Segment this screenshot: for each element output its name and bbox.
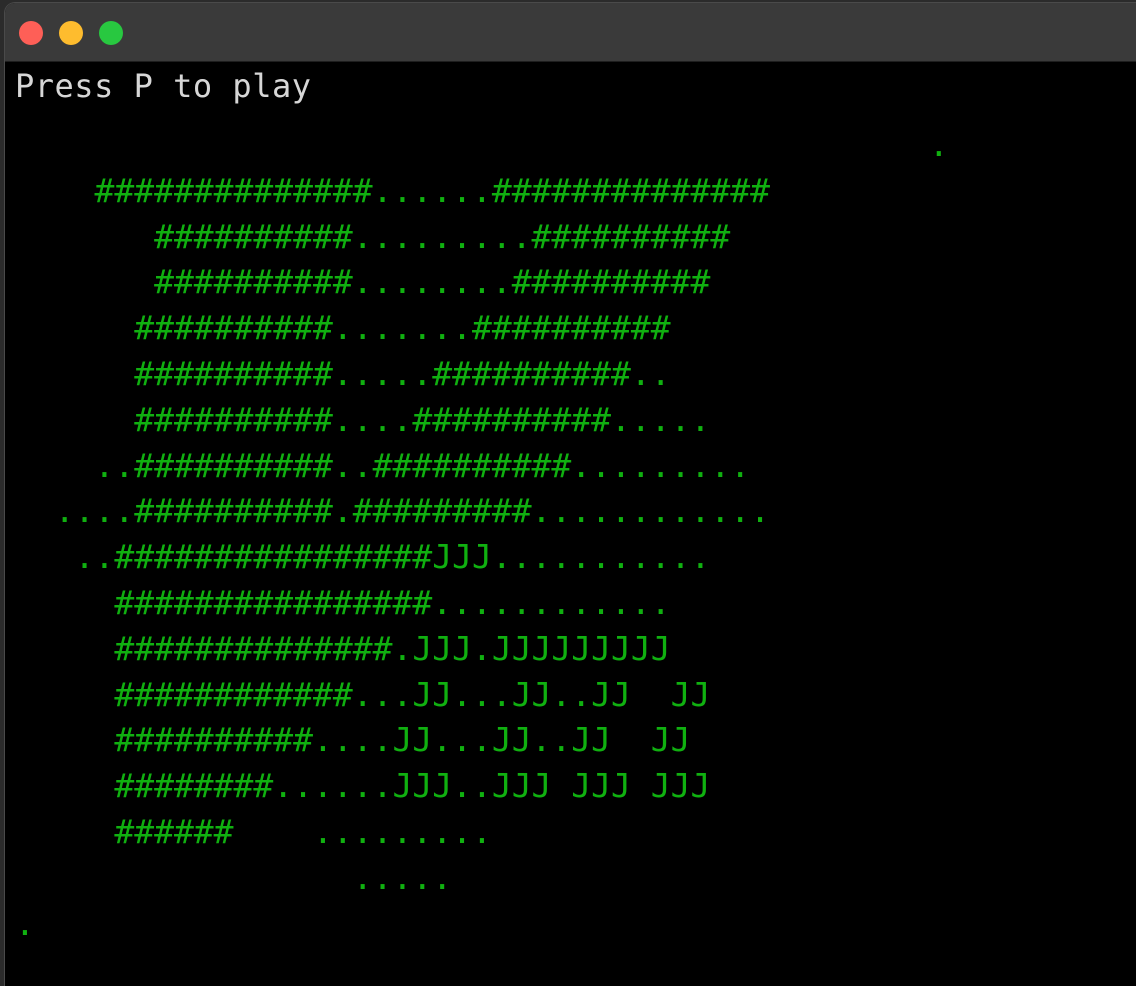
ascii-art: . ##############......############## ###… bbox=[15, 122, 949, 946]
zoom-button[interactable] bbox=[99, 21, 123, 45]
art-line: ..##########..##########......... bbox=[15, 445, 751, 485]
art-line: ..################JJJ........... bbox=[15, 537, 711, 577]
art-line: ##########........########## bbox=[15, 262, 711, 302]
art-line: . bbox=[15, 903, 35, 943]
art-line: ##########.........########## bbox=[15, 216, 731, 256]
art-line: ##########....##########..... bbox=[15, 399, 711, 439]
art-line: ###### ......... bbox=[15, 811, 492, 851]
terminal-window: Press P to play . ##############......##… bbox=[5, 3, 1136, 986]
art-line: ############...JJ...JJ..JJ JJ bbox=[15, 674, 711, 714]
art-line: ....##########.#########............ bbox=[15, 491, 770, 531]
play-prompt: Press P to play bbox=[15, 67, 312, 105]
art-line: ################............ bbox=[15, 582, 671, 622]
window-titlebar bbox=[5, 3, 1136, 62]
art-line: . bbox=[15, 125, 949, 164]
art-line: ##########.....##########.. bbox=[15, 353, 671, 393]
art-line: ..... bbox=[15, 857, 453, 897]
art-line: ##########....JJ...JJ..JJ JJ bbox=[15, 720, 691, 760]
art-line: ##############......############## bbox=[15, 170, 770, 210]
art-line: ##########.......########## bbox=[15, 308, 671, 348]
art-line: ########......JJJ..JJJ JJJ JJJ bbox=[15, 766, 711, 806]
close-button[interactable] bbox=[19, 21, 43, 45]
art-line: ##############.JJJ.JJJJJJJJJ bbox=[15, 628, 671, 668]
minimize-button[interactable] bbox=[59, 21, 83, 45]
terminal-screen[interactable]: Press P to play . ##############......##… bbox=[5, 62, 1136, 986]
